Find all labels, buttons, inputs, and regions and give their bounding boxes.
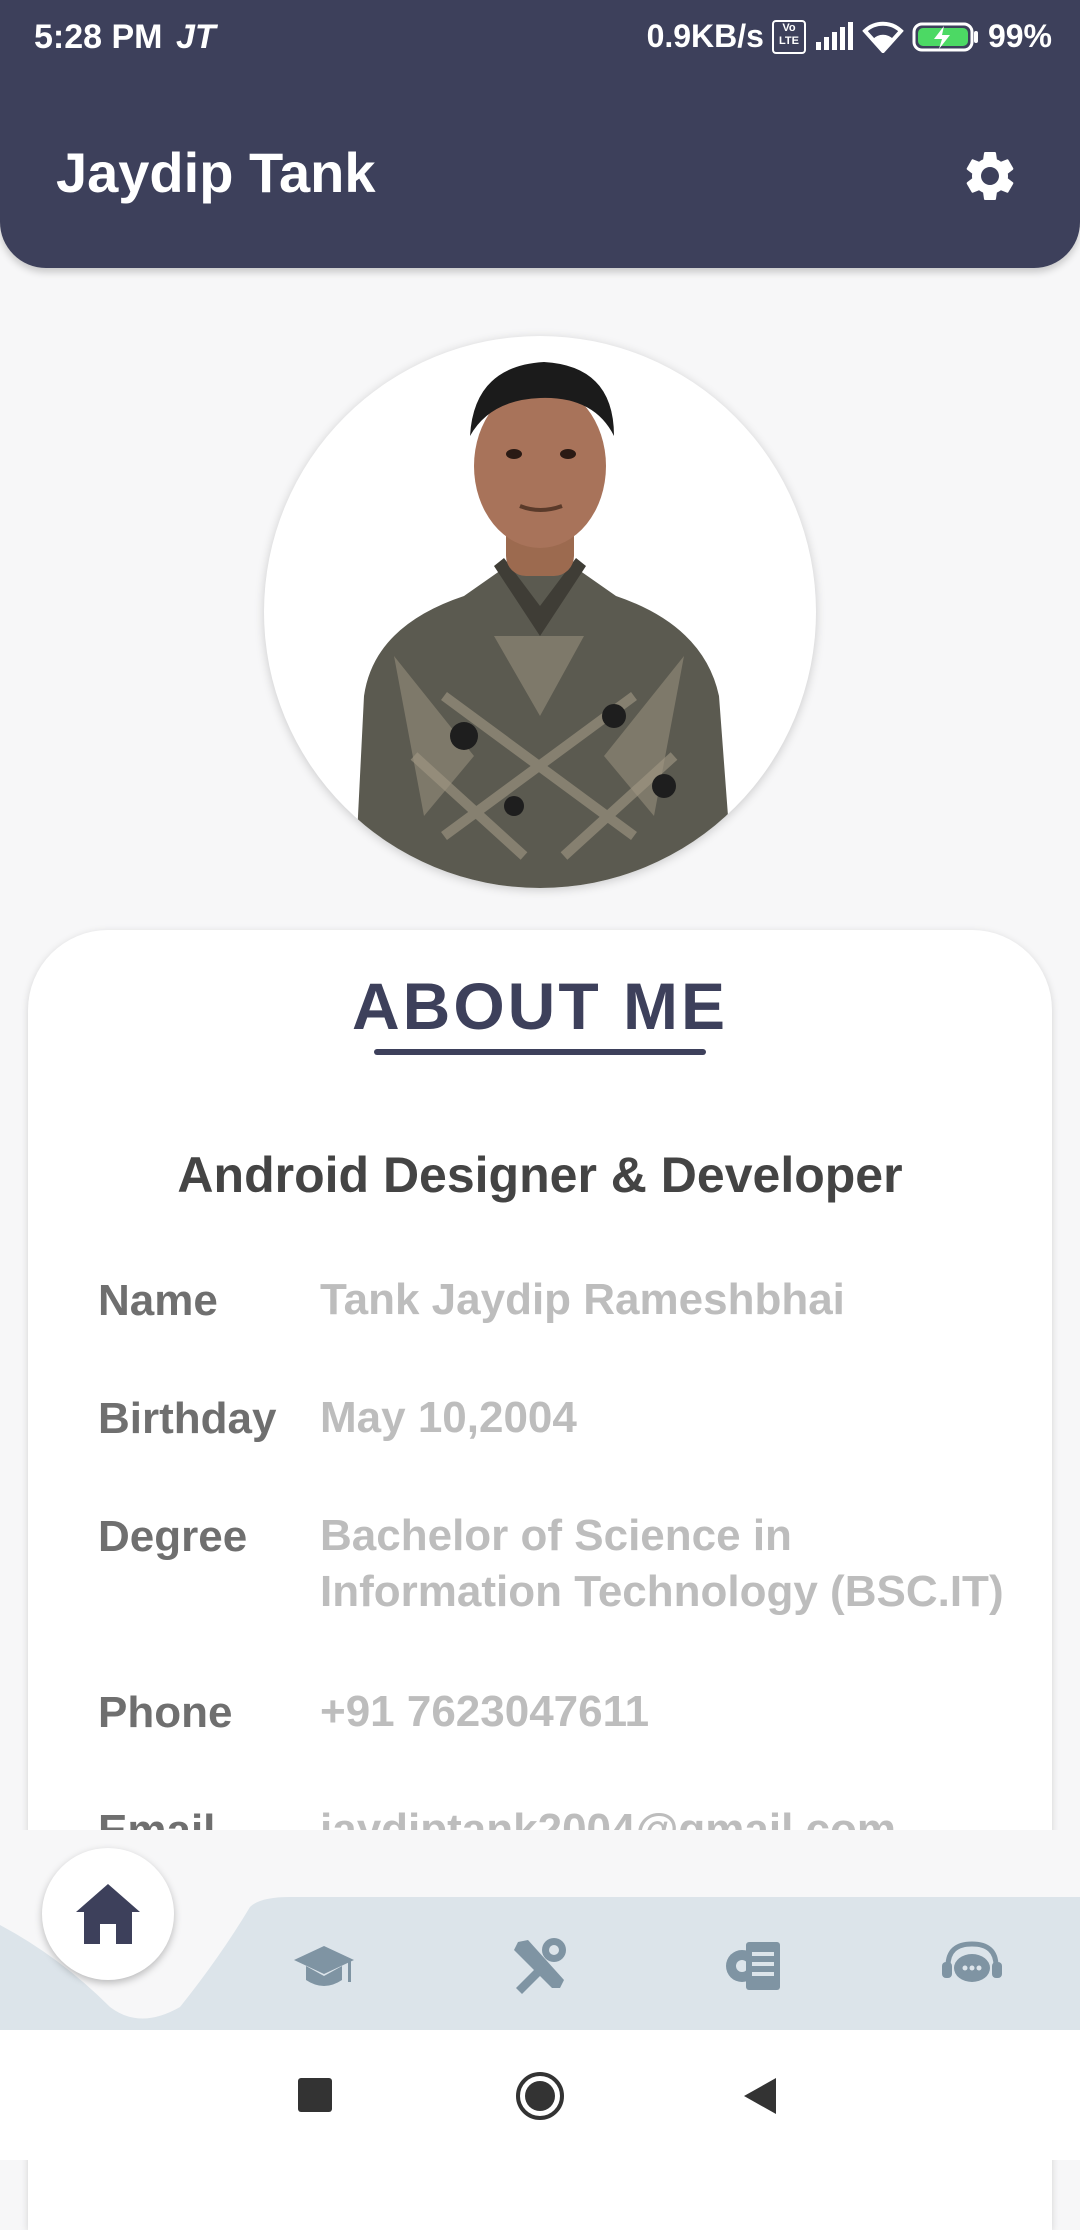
back-icon[interactable] (742, 2076, 778, 2116)
tools-icon[interactable] (508, 1936, 572, 1996)
battery-level: 99% (987, 18, 1052, 54)
person-photo-illustration (354, 362, 734, 888)
gear-icon[interactable] (960, 146, 1020, 206)
birthday-label: Birthday (98, 1394, 277, 1443)
wifi-icon (862, 21, 904, 53)
degree-label: Degree (98, 1512, 248, 1561)
signal-icon (815, 21, 853, 50)
battery-charging-icon (912, 22, 978, 51)
resume-icon[interactable] (724, 1936, 788, 1996)
page-title: Jaydip Tank (56, 141, 376, 204)
recent-apps-icon[interactable] (298, 2078, 332, 2112)
volte-icon: Vo LTE (771, 19, 806, 54)
graduation-cap-icon[interactable] (292, 1936, 356, 1996)
status-right: 0.9KB/s Vo LTE 99% (647, 18, 1052, 55)
home-icon (76, 1884, 140, 1944)
status-carrier: JT (176, 18, 216, 56)
system-navigation-bar (0, 2030, 1080, 2160)
name-label: Name (98, 1276, 218, 1325)
degree-value-line2: Information Technology (BSC.IT) (320, 1567, 1004, 1616)
app-bar: 5:28 PM JT 0.9KB/s Vo LTE 99% Jaydip Tan… (0, 0, 1080, 268)
status-time: 5:28 PM (34, 18, 163, 56)
about-heading: ABOUT ME (352, 969, 728, 1043)
home-button[interactable] (42, 1848, 174, 1980)
phone-value[interactable]: +91 7623047611 (320, 1684, 1040, 1740)
home-system-icon[interactable] (514, 2070, 566, 2122)
degree-value-line1: Bachelor of Science in (320, 1511, 792, 1560)
phone-label: Phone (98, 1688, 233, 1737)
heading-underline (374, 1049, 706, 1055)
chat-support-icon[interactable] (940, 1936, 1004, 1996)
profession-subtitle: Android Designer & Developer (177, 1147, 903, 1203)
status-bar: 5:28 PM JT 0.9KB/s Vo LTE 99% (0, 0, 1080, 76)
name-value: Tank Jaydip Rameshbhai (320, 1275, 845, 1324)
profile-photo (264, 336, 816, 888)
birthday-value: May 10,2004 (320, 1393, 577, 1442)
network-speed: 0.9KB/s (646, 18, 764, 54)
